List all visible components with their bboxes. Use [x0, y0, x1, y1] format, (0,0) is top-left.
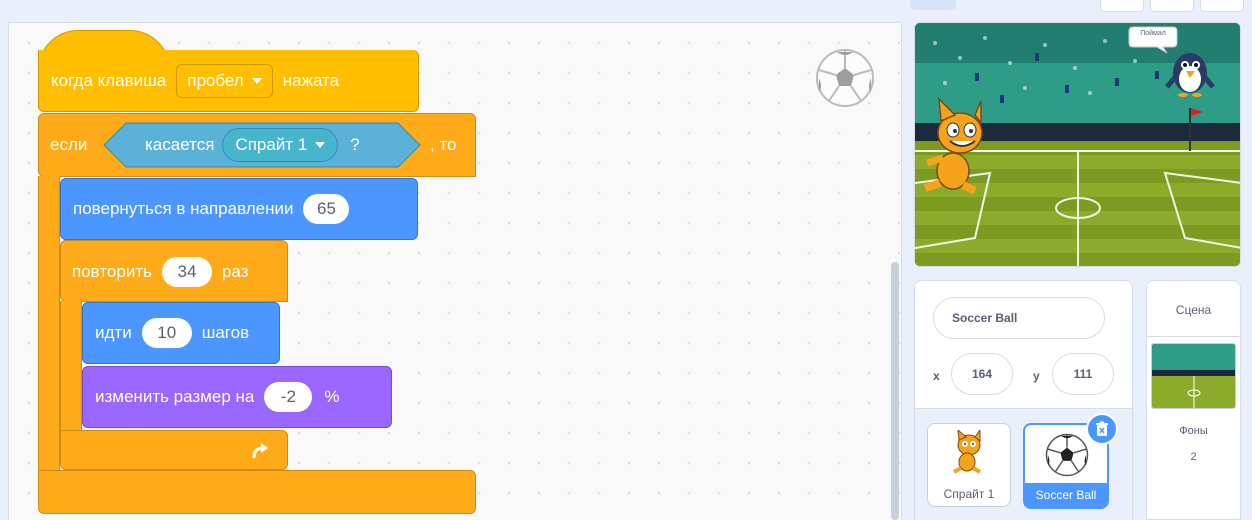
- stage-thumbnail[interactable]: [1151, 343, 1236, 409]
- backdrops-label: Фоны: [1179, 425, 1208, 437]
- script-scrollbar[interactable]: [891, 262, 899, 520]
- sprite-target-dropdown[interactable]: Спрайт 1: [222, 128, 339, 162]
- stage-selector-title: Сцена: [1147, 295, 1240, 337]
- point-text: повернуться в направлении: [73, 199, 294, 218]
- top-bar: [0, 0, 1252, 14]
- trash-icon: [1096, 421, 1108, 436]
- y-input[interactable]: 111: [1052, 353, 1114, 395]
- if-block-bottom: [38, 470, 476, 514]
- change-size-text: изменить размер на: [95, 387, 255, 406]
- direction-input[interactable]: 65: [303, 194, 350, 224]
- sprite-info: Soccer Ball x 164 y 111: [915, 281, 1132, 409]
- chevron-down-icon: [315, 142, 326, 148]
- x-input[interactable]: 164: [951, 353, 1013, 395]
- speech-bubble-text: Поймал: [1140, 30, 1166, 37]
- size-change-input[interactable]: -2: [264, 382, 313, 412]
- key-dropdown[interactable]: пробел: [176, 63, 273, 98]
- pressed-text: нажата: [282, 70, 340, 90]
- y-label: y: [1033, 369, 1040, 383]
- touching-text: касается: [145, 135, 215, 154]
- when-key-text: когда клавиша: [51, 70, 167, 90]
- soccer-ball-thumbnail-icon: [1045, 433, 1089, 477]
- small-stage-button[interactable]: [1100, 0, 1144, 12]
- x-label: x: [933, 369, 940, 383]
- repeat-block-arm: [60, 301, 82, 431]
- when-key-pressed-block[interactable]: когда клавиша пробел нажата: [38, 50, 419, 112]
- sprite-tile-cat-label: Спрайт 1: [943, 487, 995, 501]
- stage-canvas: [915, 23, 1240, 266]
- if-block-arm: [38, 176, 60, 472]
- move-text: идти: [95, 323, 132, 342]
- stage-size-toggle[interactable]: [910, 0, 956, 10]
- sprite-name-input[interactable]: Soccer Ball: [933, 297, 1105, 339]
- sprite-target-value: Спрайт 1: [235, 135, 308, 154]
- percent-text: %: [324, 387, 340, 406]
- delete-sprite-button[interactable]: [1086, 413, 1118, 445]
- if-text: если: [50, 130, 87, 160]
- if-label: если: [50, 135, 88, 154]
- stage-selector[interactable]: Сцена Фоны 2: [1146, 280, 1241, 520]
- sprite-tile-cat[interactable]: Спрайт 1: [927, 423, 1011, 507]
- key-dropdown-value: пробел: [187, 70, 244, 90]
- question-mark: ?: [350, 135, 360, 154]
- sprite-tile-ball-label: Soccer Ball: [1025, 483, 1107, 507]
- stage[interactable]: Поймал: [914, 22, 1241, 267]
- move-steps-block[interactable]: идти 10 шагов: [82, 302, 280, 364]
- sprite-preview-ball-icon: [816, 49, 874, 107]
- steps-input[interactable]: 10: [141, 318, 192, 348]
- change-size-block[interactable]: изменить размер на -2 %: [82, 366, 392, 428]
- repeat-text: повторить: [72, 262, 152, 281]
- repeat-count-input[interactable]: 34: [161, 257, 212, 287]
- fullscreen-button[interactable]: [1200, 0, 1244, 12]
- stage-thumbnail-image: [1152, 344, 1235, 408]
- steps-text: шагов: [201, 323, 250, 342]
- then-text: , то: [430, 130, 457, 160]
- touching-sprite-block[interactable]: касается Спрайт 1 ?: [103, 122, 421, 168]
- scratch-editor: когда клавиша пробел нажата если , то ка…: [0, 0, 1252, 520]
- then-label: , то: [430, 135, 457, 154]
- times-text: раз: [221, 262, 249, 281]
- sprite-name-value: Soccer Ball: [952, 311, 1018, 325]
- repeat-row: повторить 34 раз: [72, 256, 248, 288]
- x-value: 164: [971, 367, 993, 381]
- backdrops-count: 2: [1190, 451, 1197, 463]
- y-value: 111: [1073, 367, 1093, 381]
- chevron-down-icon: [251, 77, 262, 84]
- cat-thumbnail-icon: [953, 430, 981, 474]
- point-in-direction-block[interactable]: повернуться в направлении 65: [60, 178, 418, 240]
- sprite-pane: Soccer Ball x 164 y 111 Спрайт 1 Soccer …: [914, 280, 1133, 520]
- large-stage-button[interactable]: [1150, 0, 1194, 12]
- repeat-arrow-icon: [252, 443, 268, 459]
